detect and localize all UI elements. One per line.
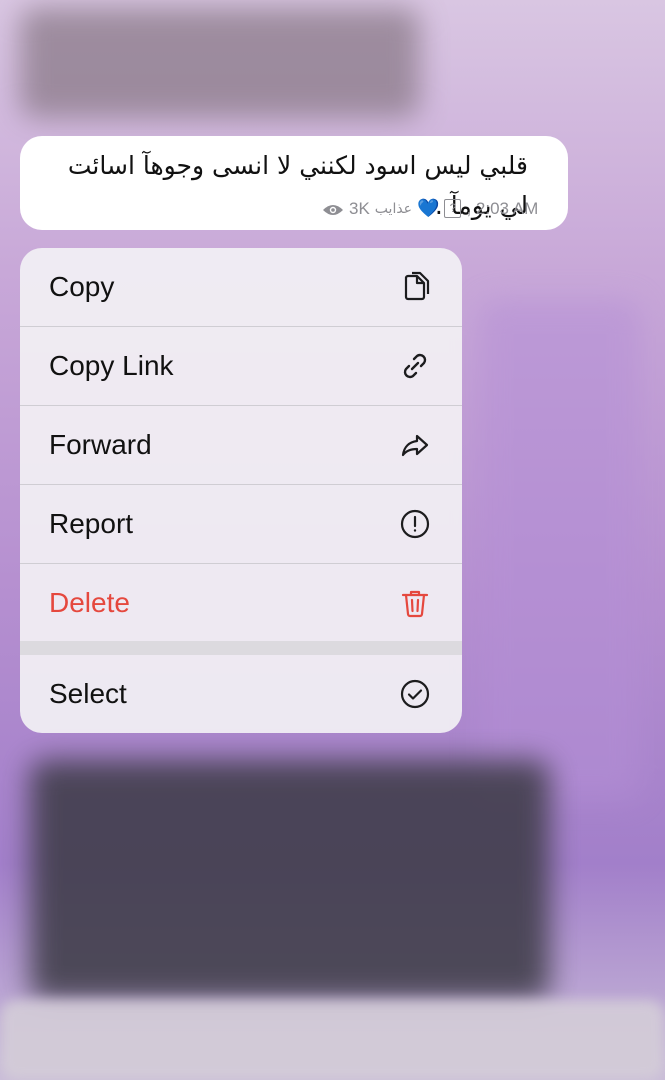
- copy-label: Copy: [49, 271, 115, 302]
- context-menu: Copy Copy Link Forward Report Delete Sel…: [20, 248, 462, 733]
- unknown-glyph-box: ?: [444, 199, 462, 218]
- blurred-media-below: [30, 760, 550, 1000]
- message-time: , 2:03 AM: [466, 198, 539, 218]
- select-label: Select: [49, 678, 127, 709]
- delete-label: Delete: [49, 587, 130, 618]
- copy-link-label: Copy Link: [49, 350, 174, 381]
- checkmark-circle-icon: [398, 677, 432, 711]
- message-bubble[interactable]: قلبي ليس اسود لكنني لا انسى وجوهآ اسائت …: [20, 136, 568, 230]
- views-count: 3K: [349, 198, 370, 218]
- trash-icon: [398, 586, 432, 620]
- blurred-background-panel: [480, 300, 640, 800]
- delete-menu-item[interactable]: Delete: [20, 564, 462, 642]
- eye-icon: [322, 202, 344, 216]
- copy-menu-item[interactable]: Copy: [20, 248, 462, 326]
- menu-section-separator: [20, 641, 462, 655]
- report-label: Report: [49, 508, 134, 539]
- report-icon: [398, 507, 432, 541]
- forward-icon: [398, 428, 432, 462]
- blurred-input-bar: [0, 1000, 665, 1080]
- select-menu-item[interactable]: Select: [20, 655, 462, 733]
- blue-heart-icon: 💙: [417, 198, 440, 218]
- copy-link-menu-item[interactable]: Copy Link: [20, 327, 462, 405]
- report-menu-item[interactable]: Report: [20, 485, 462, 563]
- blurred-message-above: [20, 8, 420, 118]
- forward-label: Forward: [49, 429, 152, 460]
- link-icon: [398, 349, 432, 383]
- message-meta: 3K عذايب 💙 ? , 2:03 AM: [322, 198, 538, 219]
- copy-icon: [398, 270, 432, 304]
- forward-menu-item[interactable]: Forward: [20, 406, 462, 484]
- author-signature: عذايب: [374, 200, 413, 217]
